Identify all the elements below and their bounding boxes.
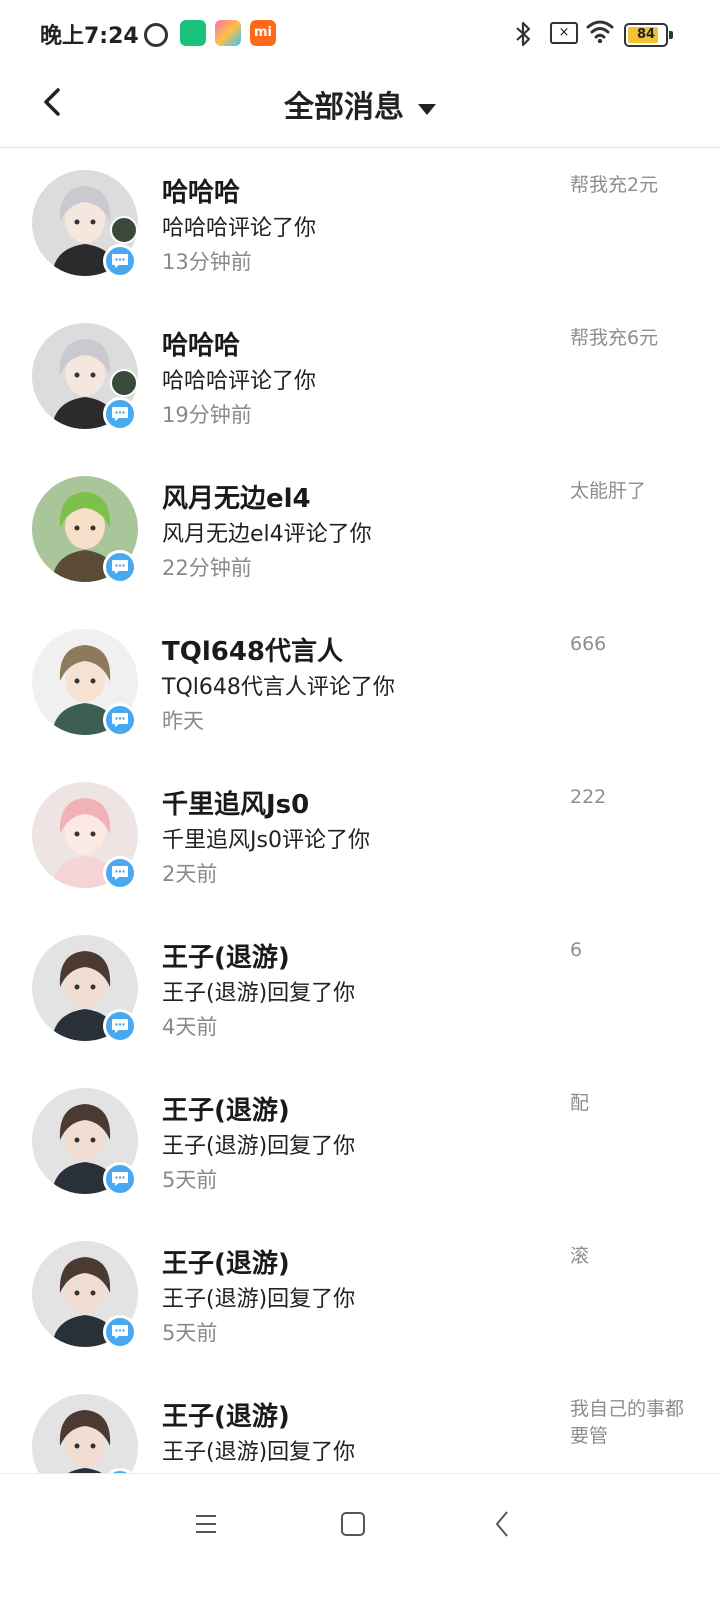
- mi-store-icon: mi: [250, 20, 276, 46]
- comment-badge-icon: [103, 1315, 137, 1349]
- caret-down-icon: [418, 104, 436, 115]
- message-preview: 配: [570, 1092, 590, 1114]
- message-time: 昨天: [162, 709, 204, 733]
- message-item[interactable]: 风月无边el4 风月无边el4评论了你 22分钟前 太能肝了: [0, 454, 720, 607]
- game-center-icon: [215, 20, 241, 46]
- app-icon: [180, 20, 206, 46]
- message-item[interactable]: 千里追风Js0 千里追风Js0评论了你 2天前 222: [0, 760, 720, 913]
- message-time: 22分钟前: [162, 556, 252, 580]
- message-item[interactable]: 哈哈哈哈哈哈评论了你 19分钟前 帮我充6元: [0, 301, 720, 454]
- status-time: 晚上7:24: [40, 24, 139, 49]
- message-action-text: 王子(退游)回复了你: [162, 1440, 356, 1465]
- header-bar: 全部消息: [0, 68, 720, 148]
- robot-icon: [110, 216, 138, 244]
- message-sender-name: 王子(退游): [162, 943, 290, 973]
- message-preview: 帮我充6元: [570, 327, 659, 349]
- system-nav-bar: [0, 1473, 720, 1601]
- bluetooth-icon: [516, 21, 531, 47]
- comment-badge-icon: [103, 397, 137, 431]
- message-time: 5天前: [162, 1321, 218, 1345]
- message-time: 13分钟前: [162, 250, 252, 274]
- message-action-text: 哈哈哈评论了你: [162, 369, 317, 394]
- message-action-text: 王子(退游)回复了你: [162, 981, 356, 1006]
- status-bar: 晚上7:24 mi × 84: [0, 0, 720, 68]
- comment-badge-icon: [103, 1162, 137, 1196]
- message-sender-name: 哈哈哈: [162, 178, 241, 208]
- avatar[interactable]: [32, 1394, 138, 1473]
- message-time: 5天前: [162, 1168, 218, 1192]
- message-preview: 滚: [570, 1245, 590, 1267]
- message-preview: 6: [570, 939, 583, 961]
- message-sender-name: 王子(退游): [162, 1096, 290, 1126]
- message-item[interactable]: 哈哈哈哈哈哈评论了你 13分钟前 帮我充2元: [0, 148, 720, 301]
- message-action-text: 哈哈哈评论了你: [162, 216, 317, 241]
- wifi-icon: [586, 20, 614, 44]
- message-preview: 666: [570, 633, 607, 655]
- home-square-icon[interactable]: [333, 1504, 373, 1544]
- message-sender-name: 千里追风Js0: [162, 790, 310, 820]
- message-item[interactable]: TQl648代言人 TQl648代言人评论了你 昨天 666: [0, 607, 720, 760]
- comment-badge-icon: [103, 550, 137, 584]
- message-action-text: 王子(退游)回复了你: [162, 1134, 356, 1159]
- message-action-text: 风月无边el4评论了你: [162, 522, 372, 547]
- menu-icon[interactable]: [186, 1504, 226, 1544]
- message-item[interactable]: 王子(退游) 王子(退游)回复了你 4天前 6: [0, 913, 720, 1066]
- back-triangle-icon[interactable]: [482, 1504, 522, 1544]
- message-action-text: 千里追风Js0评论了你: [162, 828, 370, 853]
- comment-badge-icon: [103, 1009, 137, 1043]
- message-time: 2天前: [162, 862, 218, 886]
- message-list[interactable]: 哈哈哈 哈哈哈评论了你 13分钟前 帮我充2元 哈哈哈 哈哈哈评论了你 19分钟前 帮我充6…: [0, 148, 720, 1473]
- comment-badge-icon: [103, 703, 137, 737]
- title-filter-dropdown[interactable]: 全部消息: [0, 82, 720, 126]
- message-sender-name: TQl648代言人: [162, 637, 344, 667]
- message-preview: 太能肝了: [570, 480, 647, 502]
- no-sim-icon: ×: [550, 22, 578, 44]
- battery-percent: 84: [636, 27, 656, 42]
- message-item[interactable]: 王子(退游) 王子(退游)回复了你 5天前 配: [0, 1066, 720, 1219]
- message-preview: 我自己的事都要管: [570, 1398, 685, 1447]
- robot-icon: [110, 369, 138, 397]
- message-preview: 帮我充2元: [570, 174, 659, 196]
- comment-badge-icon: [103, 856, 137, 890]
- comment-badge-icon: [103, 244, 137, 278]
- message-sender-name: 王子(退游): [162, 1249, 290, 1279]
- page-title: 全部消息: [284, 90, 404, 125]
- message-sender-name: 哈哈哈: [162, 331, 241, 361]
- battery-icon: 84: [624, 23, 673, 47]
- message-sender-name: 王子(退游): [162, 1402, 290, 1432]
- message-item[interactable]: 王子(退游) 王子(退游)回复了你 5天前 滚: [0, 1219, 720, 1372]
- alarm-icon: [144, 23, 168, 47]
- message-action-text: TQl648代言人评论了你: [162, 675, 395, 700]
- message-preview: 222: [570, 786, 607, 808]
- message-item[interactable]: 王子(退游) 王子(退游)回复了你 我自己的事都要管: [0, 1372, 720, 1473]
- message-time: 19分钟前: [162, 403, 252, 427]
- message-action-text: 王子(退游)回复了你: [162, 1287, 356, 1312]
- message-sender-name: 风月无边el4: [162, 484, 311, 514]
- message-time: 4天前: [162, 1015, 218, 1039]
